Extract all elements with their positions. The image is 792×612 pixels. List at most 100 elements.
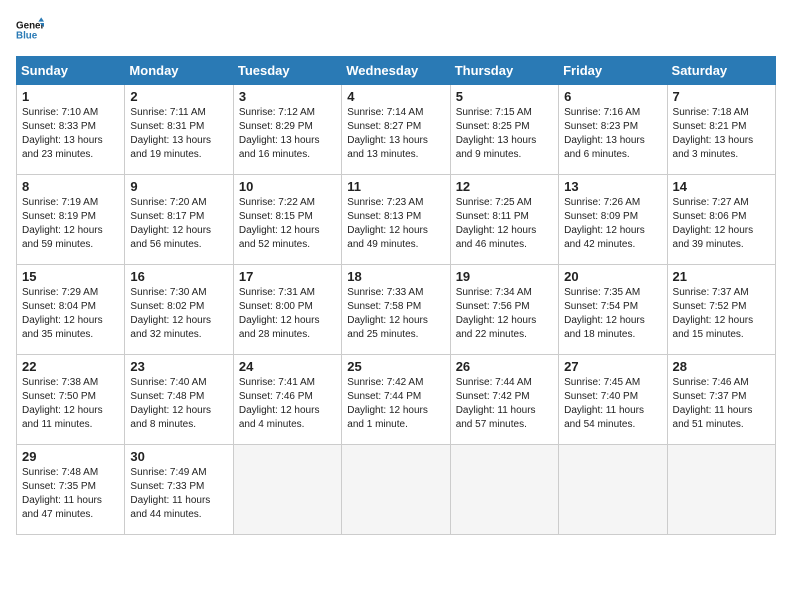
calendar-cell: 18Sunrise: 7:33 AMSunset: 7:58 PMDayligh… (342, 265, 450, 355)
day-info-line: and 23 minutes. (22, 148, 119, 162)
day-info-line: Daylight: 12 hours (347, 314, 444, 328)
calendar-cell: 15 Sunrise: 7:29 AMSunset: 8:04 PMDayligh… (17, 265, 125, 355)
day-info-line: Sunset: 7:56 PM (456, 300, 553, 314)
day-info-line: Sunrise: 7:16 AM (564, 106, 661, 120)
calendar-cell (342, 445, 450, 535)
day-info-line: and 18 minutes. (564, 328, 661, 342)
day-info-line: and 11 minutes. (22, 418, 119, 432)
day-info-line: Sunrise: 7:25 AM (456, 196, 553, 210)
day-info: Sunrise: 7:46 AMSunset: 7:37 PMDaylight:… (673, 376, 770, 432)
day-info-line: Daylight: 13 hours (673, 134, 770, 148)
day-number: 10 (239, 179, 336, 194)
calendar-cell: 25Sunrise: 7:42 AMSunset: 7:44 PMDayligh… (342, 355, 450, 445)
calendar-cell: 9Sunrise: 7:20 AMSunset: 8:17 PMDaylight… (125, 175, 233, 265)
day-number: 15 (22, 269, 119, 284)
day-info-line: and 8 minutes. (130, 418, 227, 432)
day-info-line: and 32 minutes. (130, 328, 227, 342)
day-info-line: Sunrise: 7:27 AM (673, 196, 770, 210)
day-info: Sunrise: 7:44 AMSunset: 7:42 PMDaylight:… (456, 376, 553, 432)
day-info-line: Sunrise: 7:23 AM (347, 196, 444, 210)
day-info-line: Sunrise: 7:29 AM (22, 286, 119, 300)
day-info-line: Daylight: 12 hours (456, 224, 553, 238)
weekday-header: Monday (125, 57, 233, 85)
day-info: Sunrise: 7:11 AMSunset: 8:31 PMDaylight:… (130, 106, 227, 162)
day-info-line: and 15 minutes. (673, 328, 770, 342)
day-info-line: Sunset: 7:52 PM (673, 300, 770, 314)
day-info-line: Sunrise: 7:30 AM (130, 286, 227, 300)
calendar-row: 22Sunrise: 7:38 AMSunset: 7:50 PMDayligh… (17, 355, 776, 445)
calendar-cell: 14Sunrise: 7:27 AMSunset: 8:06 PMDayligh… (667, 175, 775, 265)
day-number: 26 (456, 359, 553, 374)
calendar-cell: 28 Sunrise: 7:46 AMSunset: 7:37 PMDayligh… (667, 355, 775, 445)
day-info-line: Sunset: 7:46 PM (239, 390, 336, 404)
day-info-line: and 35 minutes. (22, 328, 119, 342)
day-info-line: and 3 minutes. (673, 148, 770, 162)
calendar-cell: 13Sunrise: 7:26 AMSunset: 8:09 PMDayligh… (559, 175, 667, 265)
day-info: Sunrise: 7:38 AMSunset: 7:50 PMDaylight:… (22, 376, 119, 432)
calendar-cell: 12Sunrise: 7:25 AMSunset: 8:11 PMDayligh… (450, 175, 558, 265)
calendar-header: SundayMondayTuesdayWednesdayThursdayFrid… (17, 57, 776, 85)
day-number: 3 (239, 89, 336, 104)
day-number: 23 (130, 359, 227, 374)
calendar-cell: 23 Sunrise: 7:40 AMSunset: 7:48 PMDayligh… (125, 355, 233, 445)
weekday-header: Saturday (667, 57, 775, 85)
day-number: 24 (239, 359, 336, 374)
day-info-line: Daylight: 12 hours (347, 224, 444, 238)
day-info: Sunrise: 7:15 AMSunset: 8:25 PMDaylight:… (456, 106, 553, 162)
calendar-cell: 29Sunrise: 7:48 AMSunset: 7:35 PMDayligh… (17, 445, 125, 535)
day-info-line: Sunset: 7:37 PM (673, 390, 770, 404)
day-info: Sunrise: 7:40 AMSunset: 7:48 PMDaylight:… (130, 376, 227, 432)
weekday-header: Thursday (450, 57, 558, 85)
day-info-line: Sunrise: 7:11 AM (130, 106, 227, 120)
day-info-line: and 16 minutes. (239, 148, 336, 162)
calendar-row: 8Sunrise: 7:19 AMSunset: 8:19 PMDaylight… (17, 175, 776, 265)
calendar-cell: 20Sunrise: 7:35 AMSunset: 7:54 PMDayligh… (559, 265, 667, 355)
day-info: Sunrise: 7:29 AMSunset: 8:04 PMDaylight:… (22, 286, 119, 342)
day-number: 19 (456, 269, 553, 284)
day-number: 6 (564, 89, 661, 104)
day-info-line: and 54 minutes. (564, 418, 661, 432)
day-info-line: Sunset: 8:23 PM (564, 120, 661, 134)
calendar-cell: 3Sunrise: 7:12 AMSunset: 8:29 PMDaylight… (233, 85, 341, 175)
day-info-line: Sunset: 8:00 PM (239, 300, 336, 314)
day-info-line: Daylight: 12 hours (347, 404, 444, 418)
calendar-row: 29Sunrise: 7:48 AMSunset: 7:35 PMDayligh… (17, 445, 776, 535)
day-info: Sunrise: 7:25 AMSunset: 8:11 PMDaylight:… (456, 196, 553, 252)
day-info-line: Sunrise: 7:26 AM (564, 196, 661, 210)
day-info-line: and 6 minutes. (564, 148, 661, 162)
day-number: 2 (130, 89, 227, 104)
calendar-cell: 8Sunrise: 7:19 AMSunset: 8:19 PMDaylight… (17, 175, 125, 265)
day-info-line: Daylight: 12 hours (239, 224, 336, 238)
day-info: Sunrise: 7:16 AMSunset: 8:23 PMDaylight:… (564, 106, 661, 162)
day-info-line: Sunset: 8:29 PM (239, 120, 336, 134)
day-info-line: Daylight: 12 hours (22, 404, 119, 418)
day-info: Sunrise: 7:49 AMSunset: 7:33 PMDaylight:… (130, 466, 227, 522)
day-info-line: Daylight: 13 hours (456, 134, 553, 148)
day-info-line: Sunset: 7:54 PM (564, 300, 661, 314)
day-info-line: Sunrise: 7:14 AM (347, 106, 444, 120)
day-info-line: and 13 minutes. (347, 148, 444, 162)
day-info: Sunrise: 7:26 AMSunset: 8:09 PMDaylight:… (564, 196, 661, 252)
day-info-line: Sunrise: 7:20 AM (130, 196, 227, 210)
day-info-line: Sunrise: 7:41 AM (239, 376, 336, 390)
day-info-line: Sunset: 8:09 PM (564, 210, 661, 224)
day-number: 20 (564, 269, 661, 284)
day-info-line: Sunrise: 7:44 AM (456, 376, 553, 390)
calendar-cell: 26 Sunrise: 7:44 AMSunset: 7:42 PMDayligh… (450, 355, 558, 445)
day-info: Sunrise: 7:34 AMSunset: 7:56 PMDaylight:… (456, 286, 553, 342)
day-number: 1 (22, 89, 119, 104)
day-info-line: Sunset: 7:42 PM (456, 390, 553, 404)
day-info-line: Sunrise: 7:34 AM (456, 286, 553, 300)
day-info-line: Daylight: 11 hours (673, 404, 770, 418)
calendar-cell: 6 Sunrise: 7:16 AMSunset: 8:23 PMDaylight… (559, 85, 667, 175)
day-info-line: Sunset: 8:15 PM (239, 210, 336, 224)
day-info: Sunrise: 7:42 AMSunset: 7:44 PMDaylight:… (347, 376, 444, 432)
day-number: 28 (673, 359, 770, 374)
day-info-line: Sunset: 7:33 PM (130, 480, 227, 494)
day-info-line: and 4 minutes. (239, 418, 336, 432)
day-info-line: and 19 minutes. (130, 148, 227, 162)
day-info: Sunrise: 7:22 AMSunset: 8:15 PMDaylight:… (239, 196, 336, 252)
day-info-line: and 25 minutes. (347, 328, 444, 342)
day-number: 18 (347, 269, 444, 284)
day-info-line: Daylight: 12 hours (564, 314, 661, 328)
